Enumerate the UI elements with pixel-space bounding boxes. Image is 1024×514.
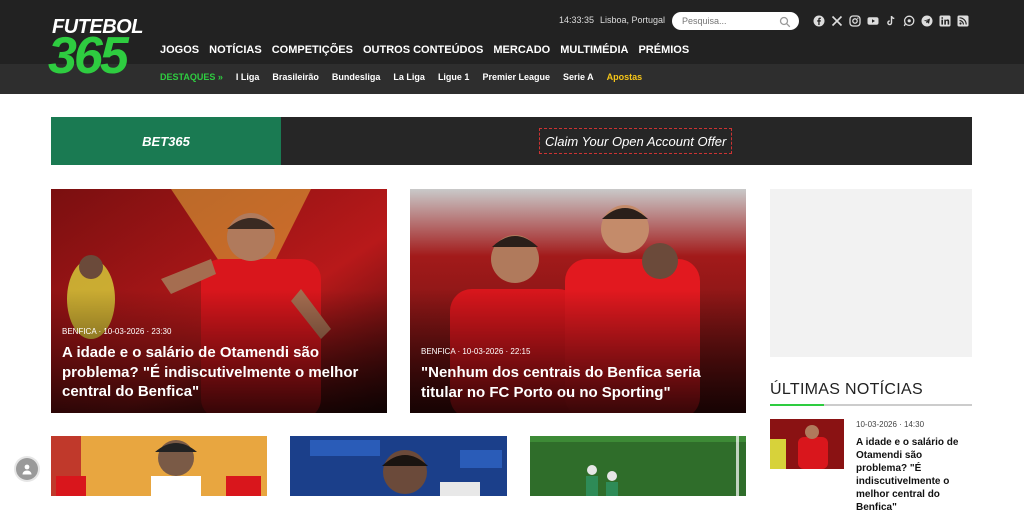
search-input[interactable] — [682, 14, 778, 28]
subnav-serie-a[interactable]: Serie A — [563, 72, 594, 82]
subnav-bundesliga[interactable]: Bundesliga — [332, 72, 381, 82]
search-box[interactable] — [672, 12, 799, 30]
banner-offer-link[interactable]: Claim Your Open Account Offer — [539, 128, 733, 154]
latest-news-title[interactable]: A idade e o salário de Otamendi são prob… — [856, 436, 972, 514]
x-icon[interactable] — [830, 14, 844, 28]
banner-offer-text: Claim Your Open Account Offer — [545, 133, 727, 149]
article-card[interactable] — [530, 436, 746, 496]
article-card[interactable]: BENFICA · 10-03-2026 · 22:15 "Nenhum dos… — [410, 189, 746, 413]
bet365-logo: BET365 — [51, 117, 281, 165]
search-icon[interactable] — [779, 15, 791, 33]
subnav-apostas[interactable]: Apostas — [607, 72, 643, 82]
latest-news-thumbnail[interactable] — [770, 419, 844, 469]
bet365-banner[interactable]: BET365 Claim Your Open Account Offer — [51, 117, 972, 165]
social-links — [812, 14, 970, 28]
nav-jogos[interactable]: JOGOS — [160, 44, 199, 56]
linkedin-icon[interactable] — [938, 14, 952, 28]
article-card[interactable] — [51, 436, 267, 496]
ad-placeholder — [770, 189, 972, 357]
nav-outros-conteudos[interactable]: OUTROS CONTEÚDOS — [363, 44, 483, 56]
article-card[interactable] — [290, 436, 507, 496]
article-title[interactable]: "Nenhum dos centrais do Benfica seria ti… — [421, 363, 741, 402]
main-nav: JOGOS NOTÍCIAS COMPETIÇÕES OUTROS CONTEÚ… — [160, 44, 689, 56]
article-meta: BENFICA · 10-03-2026 · 22:15 — [421, 347, 531, 356]
facebook-icon[interactable] — [812, 14, 826, 28]
telegram-icon[interactable] — [920, 14, 934, 28]
nav-noticias[interactable]: NOTÍCIAS — [209, 44, 262, 56]
tiktok-icon[interactable] — [884, 14, 898, 28]
subnav-destaques[interactable]: DESTAQUES » — [160, 72, 223, 82]
logo-number: 365 — [48, 27, 129, 85]
instagram-icon[interactable] — [848, 14, 862, 28]
youtube-icon[interactable] — [866, 14, 880, 28]
article-meta: BENFICA · 10-03-2026 · 23:30 — [62, 327, 172, 336]
site-logo[interactable]: FUTEBOL 365 — [48, 16, 144, 82]
chat-button[interactable] — [16, 458, 38, 480]
nav-mercado[interactable]: MERCADO — [493, 44, 550, 56]
latest-news-date: 10-03-2026 · 14:30 — [856, 420, 925, 429]
header-location: Lisboa, Portugal — [600, 15, 666, 25]
bet365-brand: BET365 — [142, 133, 190, 149]
subnav-i-liga[interactable]: I Liga — [236, 72, 260, 82]
site-header: FUTEBOL 365 14:33:35 Lisboa, Portugal JO… — [0, 0, 1024, 94]
header-clock: 14:33:35 — [559, 15, 595, 25]
subnav-la-liga[interactable]: La Liga — [393, 72, 425, 82]
sub-nav: DESTAQUES » I Liga Brasileirão Bundeslig… — [160, 72, 642, 82]
rss-icon[interactable] — [956, 14, 970, 28]
nav-multimedia[interactable]: MULTIMÉDIA — [560, 44, 628, 56]
nav-competicoes[interactable]: COMPETIÇÕES — [272, 44, 353, 56]
article-title[interactable]: A idade e o salário de Otamendi são prob… — [62, 343, 362, 402]
user-icon — [22, 464, 32, 475]
latest-news-divider — [770, 404, 972, 406]
latest-news-heading: ÚLTIMAS NOTÍCIAS — [770, 381, 923, 398]
nav-premios[interactable]: PRÉMIOS — [638, 44, 689, 56]
subnav-ligue-1[interactable]: Ligue 1 — [438, 72, 470, 82]
article-card[interactable]: BENFICA · 10-03-2026 · 23:30 A idade e o… — [51, 189, 387, 413]
subnav-brasileirao[interactable]: Brasileirão — [272, 72, 319, 82]
subnav-premier-league[interactable]: Premier League — [482, 72, 550, 82]
whatsapp-icon[interactable] — [902, 14, 916, 28]
